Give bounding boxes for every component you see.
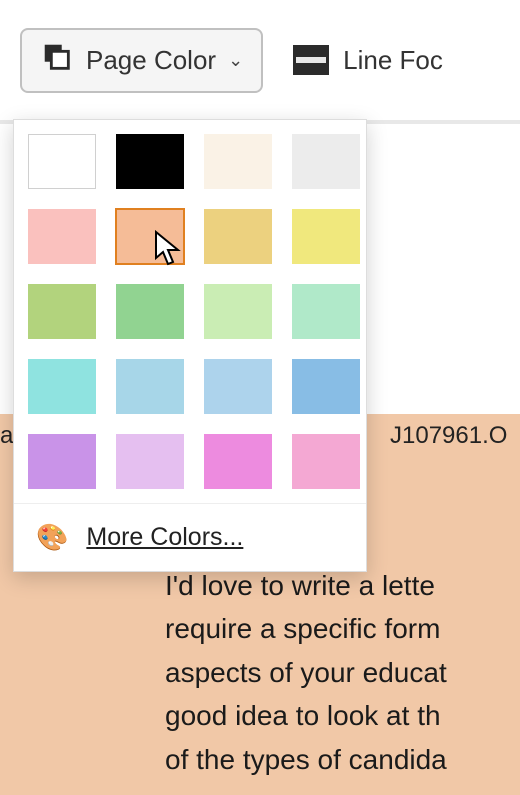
- swatch-grid: [14, 120, 366, 503]
- swatch-mustard[interactable]: [204, 209, 272, 264]
- page-color-button[interactable]: Page Color ⌄: [20, 28, 263, 93]
- page-color-label: Page Color: [86, 45, 216, 76]
- swatch-yellow[interactable]: [292, 209, 360, 264]
- swatch-light-green[interactable]: [204, 284, 272, 339]
- swatch-white[interactable]: [28, 134, 96, 189]
- line-focus-label: Line Foc: [343, 45, 443, 76]
- body-line: require a specific form: [165, 607, 520, 650]
- swatch-purple[interactable]: [28, 434, 96, 489]
- swatch-pink[interactable]: [28, 209, 96, 264]
- swatch-light-blue[interactable]: [204, 359, 272, 414]
- swatch-peach[interactable]: [116, 209, 184, 264]
- body-line: aspects of your educat: [165, 651, 520, 694]
- body-line: of the types of candida: [165, 738, 520, 781]
- swatch-teal[interactable]: [28, 359, 96, 414]
- chevron-down-icon: ⌄: [228, 50, 243, 71]
- doc-code-left: a: [0, 422, 13, 450]
- page-color-icon: [40, 40, 74, 81]
- swatch-magenta[interactable]: [204, 434, 272, 489]
- more-colors-label: More Colors...: [86, 523, 243, 552]
- swatch-black[interactable]: [116, 134, 184, 189]
- swatch-rose[interactable]: [292, 434, 360, 489]
- toolbar: Page Color ⌄ Line Foc: [0, 0, 520, 120]
- more-colors-button[interactable]: 🎨 More Colors...: [14, 503, 366, 571]
- swatch-sky[interactable]: [116, 359, 184, 414]
- body-line: good idea to look at th: [165, 694, 520, 737]
- swatch-lavender[interactable]: [116, 434, 184, 489]
- swatch-blue[interactable]: [292, 359, 360, 414]
- swatch-green[interactable]: [116, 284, 184, 339]
- page-color-dropdown: 🎨 More Colors...: [13, 119, 367, 572]
- body-text-block: I'd love to write a lette require a spec…: [165, 564, 520, 781]
- doc-code-right: J107961.O: [390, 422, 507, 450]
- swatch-mint[interactable]: [292, 284, 360, 339]
- line-focus-icon: [293, 45, 329, 75]
- swatch-olive[interactable]: [28, 284, 96, 339]
- swatch-light-gray[interactable]: [292, 134, 360, 189]
- swatch-cream[interactable]: [204, 134, 272, 189]
- palette-icon: 🎨: [36, 522, 68, 553]
- line-focus-button[interactable]: Line Foc: [293, 35, 443, 86]
